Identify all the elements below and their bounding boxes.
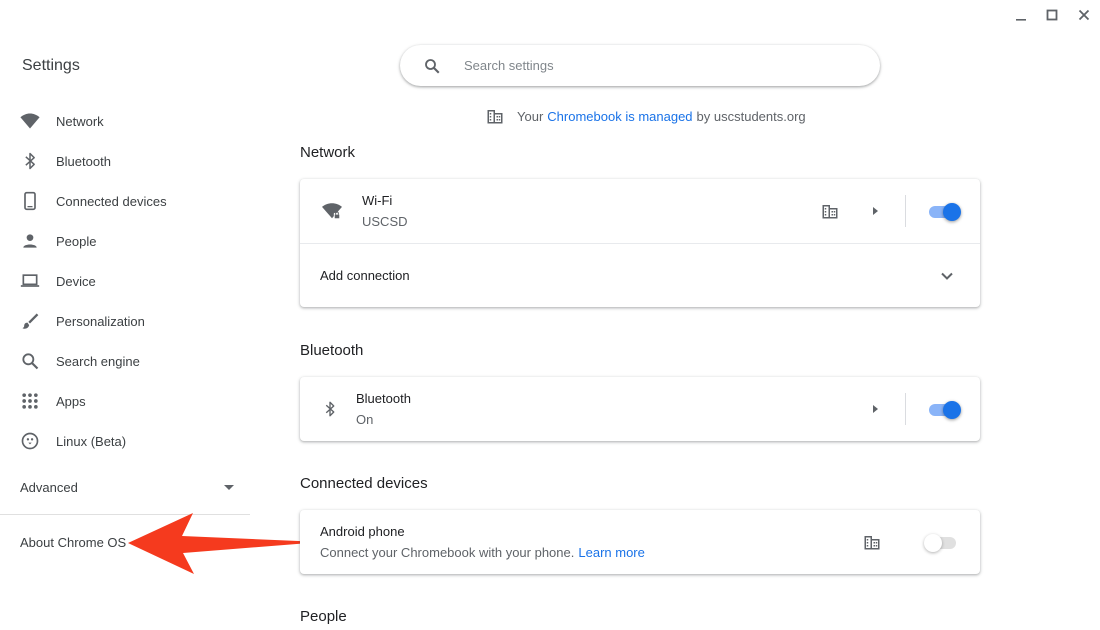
managed-prefix: Your bbox=[517, 108, 544, 124]
bluetooth-card: Bluetooth On bbox=[300, 377, 980, 441]
sidebar-item-label: Apps bbox=[56, 393, 86, 409]
sidebar-item-personalization[interactable]: Personalization bbox=[0, 301, 250, 341]
managed-notice: Your Chromebook is managed by uscstudent… bbox=[486, 106, 806, 126]
sidebar-item-connected-devices[interactable]: Connected devices bbox=[0, 181, 250, 221]
sidebar-item-about[interactable]: About Chrome OS bbox=[20, 535, 126, 550]
close-button[interactable] bbox=[1074, 5, 1094, 25]
advanced-toggle[interactable]: Advanced bbox=[20, 477, 235, 497]
bluetooth-icon bbox=[20, 151, 40, 171]
android-phone-toggle[interactable] bbox=[924, 532, 958, 552]
enterprise-policy-icon bbox=[863, 533, 881, 551]
toggle-knob bbox=[943, 401, 961, 419]
managed-suffix: by uscstudents.org bbox=[696, 108, 806, 124]
section-title-network: Network bbox=[300, 144, 356, 161]
bluetooth-row[interactable]: Bluetooth On bbox=[300, 377, 980, 441]
minimize-button[interactable] bbox=[1011, 5, 1031, 25]
app-title: Settings bbox=[22, 57, 80, 74]
sidebar-item-label: Bluetooth bbox=[56, 153, 111, 169]
maximize-button[interactable] bbox=[1042, 5, 1062, 25]
android-phone-description: Connect your Chromebook with your phone.… bbox=[320, 545, 645, 560]
toggle-knob bbox=[943, 203, 961, 221]
phone-icon bbox=[20, 191, 40, 211]
sidebar-item-label: Network bbox=[56, 113, 104, 129]
bluetooth-label: Bluetooth bbox=[356, 391, 411, 406]
chevron-down-icon[interactable] bbox=[940, 269, 954, 283]
network-card: Wi-Fi USCSD Add connection bbox=[300, 179, 980, 307]
managed-link[interactable]: Chromebook is managed bbox=[547, 109, 692, 124]
row-separator bbox=[905, 195, 906, 227]
bluetooth-subpage-arrow-icon[interactable] bbox=[865, 399, 885, 419]
row-separator bbox=[905, 393, 906, 425]
add-connection-row[interactable]: Add connection bbox=[300, 243, 980, 307]
close-icon bbox=[1078, 9, 1090, 21]
add-connection-label: Add connection bbox=[320, 268, 410, 283]
sidebar-item-network[interactable]: Network bbox=[0, 101, 250, 141]
sidebar-item-label: Personalization bbox=[56, 313, 145, 329]
advanced-label: Advanced bbox=[20, 479, 78, 495]
penguin-icon bbox=[20, 431, 40, 451]
wifi-lock-icon bbox=[320, 199, 344, 223]
sidebar-item-label: People bbox=[56, 233, 97, 249]
section-title-people: People bbox=[300, 608, 347, 625]
sidebar-item-linux[interactable]: Linux (Beta) bbox=[0, 421, 250, 461]
sidebar-item-label: Connected devices bbox=[56, 193, 167, 209]
person-icon bbox=[20, 231, 40, 251]
wifi-row[interactable]: Wi-Fi USCSD bbox=[300, 179, 980, 243]
sidebar-item-label: Device bbox=[56, 273, 96, 289]
search-icon bbox=[20, 351, 40, 371]
sidebar-item-label: Linux (Beta) bbox=[56, 433, 127, 449]
caret-down-icon bbox=[224, 485, 234, 490]
brush-icon bbox=[20, 311, 40, 331]
bluetooth-icon bbox=[318, 397, 342, 421]
android-phone-row[interactable]: Android phone Connect your Chromebook wi… bbox=[300, 510, 980, 574]
sidebar-nav: Network Bluetooth Connected devices Peop… bbox=[0, 101, 250, 461]
section-title-connected-devices: Connected devices bbox=[300, 475, 428, 492]
wifi-subpage-arrow-icon[interactable] bbox=[865, 201, 885, 221]
laptop-icon bbox=[20, 271, 40, 291]
wifi-label: Wi-Fi bbox=[362, 193, 393, 208]
maximize-icon bbox=[1046, 9, 1058, 21]
wifi-icon bbox=[20, 111, 40, 131]
bluetooth-status: On bbox=[356, 412, 374, 427]
sidebar-item-label: Search engine bbox=[56, 353, 140, 369]
search-input[interactable] bbox=[464, 58, 844, 73]
minimize-icon bbox=[1016, 19, 1026, 21]
connected-devices-card: Android phone Connect your Chromebook wi… bbox=[300, 510, 980, 574]
android-phone-label: Android phone bbox=[320, 524, 405, 539]
toggle-knob bbox=[924, 534, 942, 552]
bluetooth-toggle[interactable] bbox=[927, 399, 961, 419]
section-title-bluetooth: Bluetooth bbox=[300, 342, 364, 359]
learn-more-link[interactable]: Learn more bbox=[578, 545, 644, 560]
sidebar-item-search-engine[interactable]: Search engine bbox=[0, 341, 250, 381]
search-bar[interactable] bbox=[400, 45, 880, 86]
wifi-network-name: USCSD bbox=[362, 214, 408, 229]
annotation-arrow bbox=[128, 513, 322, 574]
description-text: Connect your Chromebook with your phone. bbox=[320, 545, 575, 560]
sidebar-item-device[interactable]: Device bbox=[0, 261, 250, 301]
building-icon bbox=[486, 107, 504, 125]
sidebar-item-apps[interactable]: Apps bbox=[0, 381, 250, 421]
apps-grid-icon bbox=[20, 391, 40, 411]
sidebar-item-bluetooth[interactable]: Bluetooth bbox=[0, 141, 250, 181]
sidebar-item-people[interactable]: People bbox=[0, 221, 250, 261]
search-icon bbox=[422, 56, 442, 76]
enterprise-policy-icon bbox=[821, 202, 839, 220]
wifi-toggle[interactable] bbox=[927, 201, 961, 221]
